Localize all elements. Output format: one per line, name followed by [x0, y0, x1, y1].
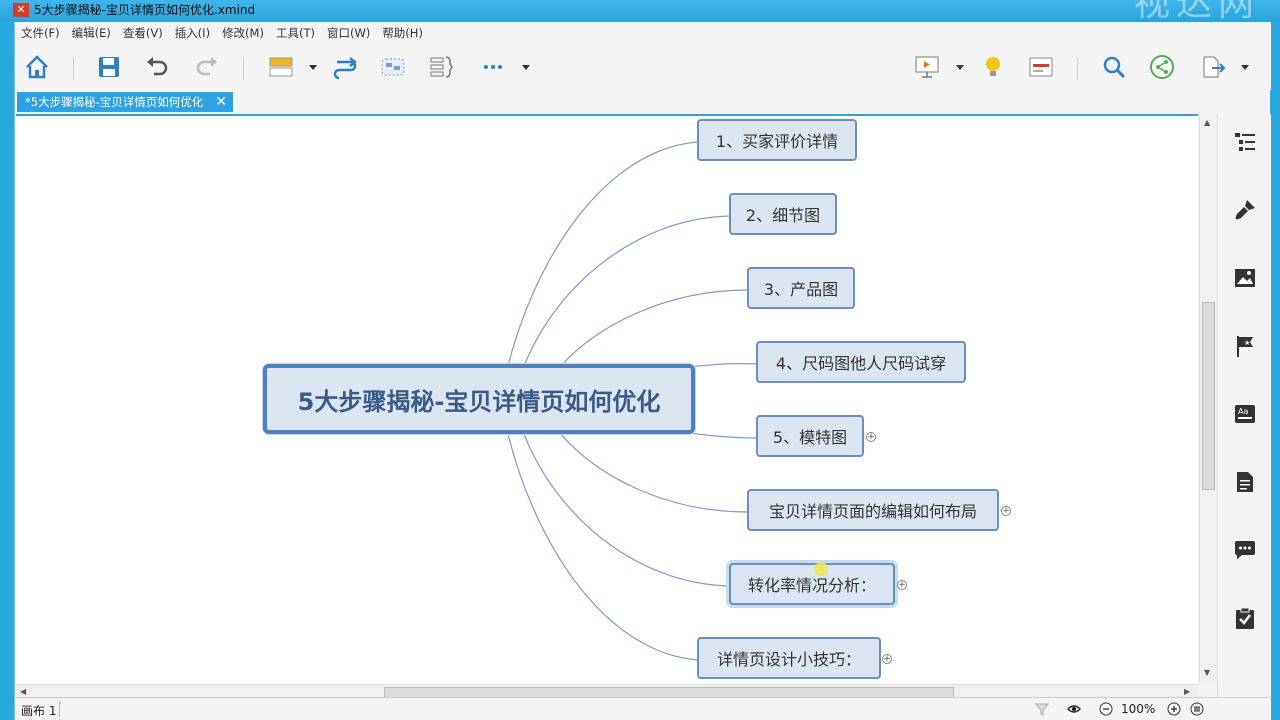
- search-icon[interactable]: [1100, 54, 1128, 80]
- connector-line: [507, 141, 699, 367]
- topic-8[interactable]: 详情页设计小技巧：: [697, 637, 881, 679]
- zoom-out-icon[interactable]: [1099, 702, 1113, 716]
- connector-line: [523, 433, 731, 587]
- menu-insert[interactable]: 插入(I): [175, 25, 210, 41]
- status-divider: [59, 701, 60, 717]
- boundary-icon[interactable]: [379, 54, 407, 80]
- menu-modify[interactable]: 修改(M): [222, 25, 264, 41]
- topic-icon[interactable]: [267, 54, 295, 80]
- topic-3[interactable]: 3、产品图: [747, 267, 855, 309]
- more-dropdown-caret[interactable]: [522, 65, 530, 70]
- scroll-right-arrow[interactable]: ▶: [1184, 687, 1190, 696]
- tab-close-icon[interactable]: ✕: [215, 92, 227, 112]
- redo-icon[interactable]: [193, 54, 221, 80]
- toolbar-separator: [73, 58, 74, 80]
- zoom-in-icon[interactable]: [1167, 702, 1181, 716]
- gantt-icon[interactable]: [1027, 54, 1055, 80]
- expand-toggle[interactable]: +: [897, 580, 907, 590]
- vertical-scroll-thumb[interactable]: [1202, 302, 1215, 490]
- menu-edit[interactable]: 编辑(E): [72, 25, 111, 41]
- format-icon[interactable]: [1233, 198, 1257, 222]
- zoom-level: 100%: [1121, 702, 1156, 716]
- right-sidebar: ★ Aa: [1217, 114, 1271, 700]
- menu-window[interactable]: 窗口(W): [327, 25, 370, 41]
- home-icon[interactable]: [23, 54, 51, 80]
- mouse-cursor-highlight: [814, 562, 828, 576]
- watermark: 视达网: [1133, 0, 1260, 24]
- tab-bar: *5大步骤揭秘-宝贝详情页如何优化 ✕: [15, 90, 1205, 112]
- toolbar-separator: [243, 58, 244, 80]
- menu-tools[interactable]: 工具(T): [276, 25, 315, 41]
- presentation-icon[interactable]: [913, 54, 941, 80]
- export-icon[interactable]: [1199, 54, 1227, 80]
- task-icon[interactable]: [1233, 606, 1257, 630]
- toolbar: [15, 44, 1271, 90]
- relationship-icon[interactable]: [331, 54, 359, 80]
- svg-text:Aa: Aa: [1238, 407, 1248, 416]
- export-dropdown-caret[interactable]: [1241, 65, 1249, 70]
- eye-icon[interactable]: [1067, 702, 1081, 716]
- filter-icon[interactable]: [1035, 702, 1049, 716]
- topic-5[interactable]: 5、模特图: [756, 415, 864, 457]
- central-topic[interactable]: 5大步骤揭秘-宝贝详情页如何优化: [263, 364, 695, 434]
- text-style-icon[interactable]: Aa: [1233, 402, 1257, 426]
- menu-help[interactable]: 帮助(H): [382, 25, 423, 41]
- scroll-down-arrow[interactable]: ▼: [1204, 668, 1210, 677]
- image-icon[interactable]: [1233, 266, 1257, 290]
- marker-icon[interactable]: ★: [1233, 334, 1257, 358]
- expand-toggle[interactable]: +: [882, 654, 892, 664]
- topic-6[interactable]: 宝贝详情页面的编辑如何布局: [747, 489, 999, 531]
- mindmap-canvas[interactable]: 5大步骤揭秘-宝贝详情页如何优化 1、买家评价详情 2、细节图 3、产品图 4、…: [16, 114, 1198, 684]
- presentation-dropdown-caret[interactable]: [956, 65, 964, 70]
- svg-text:★: ★: [1244, 339, 1250, 347]
- vertical-scrollbar[interactable]: ▲ ▼: [1199, 114, 1217, 684]
- comments-icon[interactable]: [1233, 538, 1257, 562]
- xmind-app-icon: ✕: [13, 3, 29, 17]
- sheet-tab[interactable]: 画布 1: [21, 702, 56, 719]
- topic-2[interactable]: 2、细节图: [729, 193, 837, 235]
- connector-line: [523, 215, 731, 367]
- expand-toggle[interactable]: +: [1001, 506, 1011, 516]
- tab-label: *5大步骤揭秘-宝贝详情页如何优化: [25, 95, 204, 109]
- more-icon[interactable]: [479, 54, 507, 80]
- menu-bar: 文件(F) 编辑(E) 查看(V) 插入(I) 修改(M) 工具(T) 窗口(W…: [15, 22, 1271, 44]
- fit-view-icon[interactable]: [1190, 702, 1204, 716]
- tab-document[interactable]: *5大步骤揭秘-宝贝详情页如何优化 ✕: [17, 92, 233, 112]
- save-icon[interactable]: [95, 54, 123, 80]
- app-window: 文件(F) 编辑(E) 查看(V) 插入(I) 修改(M) 工具(T) 窗口(W…: [14, 22, 1271, 720]
- window-title: 5大步骤揭秘-宝贝详情页如何优化.xmind: [34, 3, 256, 17]
- share-icon[interactable]: [1148, 54, 1176, 80]
- connector-line: [560, 289, 749, 367]
- topic-1[interactable]: 1、买家评价详情: [697, 119, 857, 161]
- expand-toggle[interactable]: +: [866, 432, 876, 442]
- undo-icon[interactable]: [143, 54, 171, 80]
- outline-icon[interactable]: [1233, 130, 1257, 154]
- idea-icon[interactable]: [979, 54, 1007, 80]
- scroll-left-arrow[interactable]: ◀: [20, 687, 26, 696]
- topic-7[interactable]: 转化率情况分析：: [729, 563, 895, 605]
- topic-dropdown-caret[interactable]: [309, 65, 317, 70]
- connector-line: [507, 433, 699, 661]
- status-bar: 画布 1 100%: [15, 697, 1271, 720]
- topic-4[interactable]: 4、尺码图他人尺码试穿: [756, 341, 966, 383]
- menu-view[interactable]: 查看(V): [123, 25, 163, 41]
- menu-file[interactable]: 文件(F): [21, 25, 60, 41]
- summary-icon[interactable]: [427, 54, 455, 80]
- toolbar-separator: [1077, 58, 1078, 80]
- title-bar: ✕ 5大步骤揭秘-宝贝详情页如何优化.xmind 视达网: [0, 0, 1280, 22]
- connector-line: [560, 433, 749, 513]
- scroll-up-arrow[interactable]: ▲: [1204, 118, 1210, 127]
- notes-icon[interactable]: [1233, 470, 1257, 494]
